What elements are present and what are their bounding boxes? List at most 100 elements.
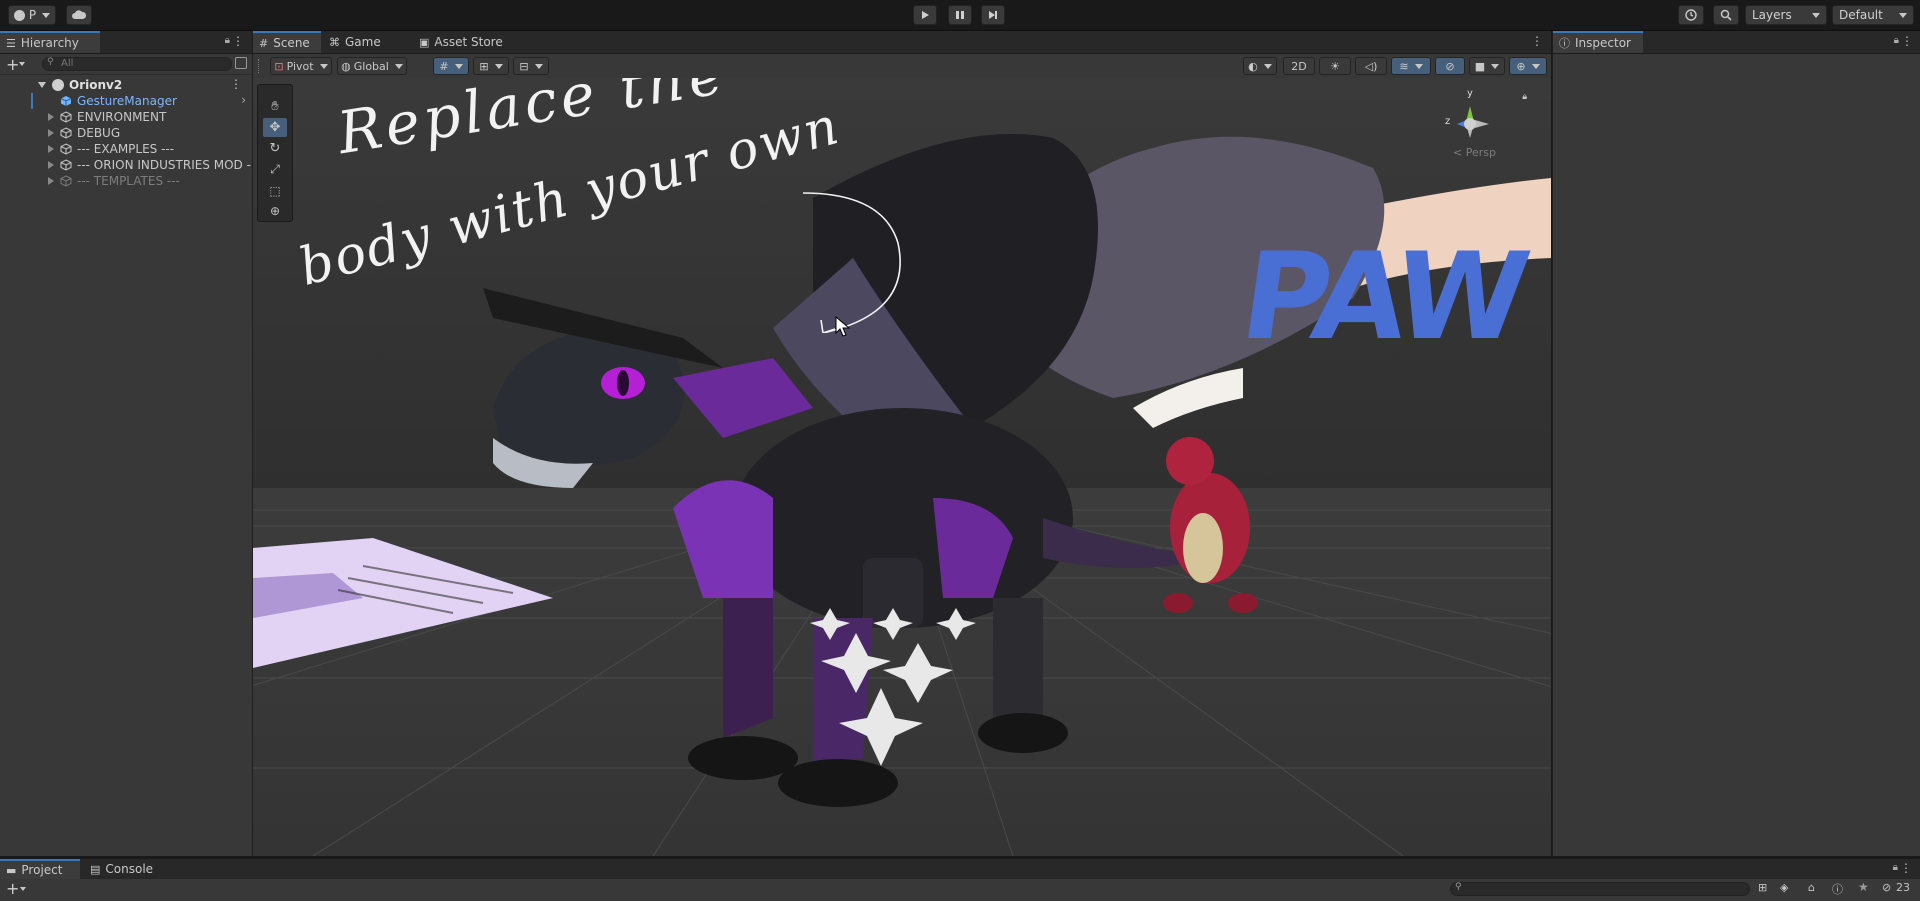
scene-root-row[interactable]: Orionv2 ⋮ — [0, 77, 252, 93]
expand-arrow-icon[interactable] — [48, 145, 54, 153]
lighting-toggle[interactable]: ☀ — [1319, 57, 1351, 75]
hierarchy-item-label: GestureManager — [77, 94, 177, 108]
gizmo-lock-icon[interactable]: 🔒︎ — [1522, 92, 1527, 102]
grid-icon: # — [259, 36, 269, 50]
hierarchy-item-label: --- TEMPLATES --- — [77, 174, 180, 188]
hierarchy-item-examples[interactable]: --- EXAMPLES --- — [0, 141, 252, 157]
audio-toggle[interactable]: ◁) — [1355, 57, 1387, 75]
cloud-button[interactable] — [66, 5, 92, 25]
layout-dropdown[interactable]: Default — [1832, 5, 1914, 25]
move-tool[interactable]: ✥ — [263, 118, 287, 137]
add-dropdown-icon[interactable] — [20, 887, 26, 891]
account-label: P — [28, 8, 37, 22]
expand-arrow-icon[interactable] — [48, 113, 54, 121]
info-filter-icon[interactable]: ⓘ — [1832, 881, 1843, 897]
hierarchy-tab-label: Hierarchy — [20, 36, 79, 50]
pivot-dropdown[interactable]: ⊡ Pivot — [270, 57, 332, 75]
layers-label: Layers — [1752, 8, 1792, 22]
orientation-gizmo[interactable]: y z < Persp 🔒︎ — [1443, 88, 1543, 163]
snap-increment-dropdown[interactable]: ⊞ — [473, 57, 509, 75]
eye-slash-icon: ⊘ — [1445, 59, 1455, 73]
search-button[interactable] — [1713, 5, 1739, 25]
tab-asset-store[interactable]: ▣ Asset Store — [413, 31, 513, 53]
tab-console[interactable]: ▤ Console — [84, 859, 164, 879]
global-label: Global — [353, 59, 389, 73]
kebab-menu-icon[interactable]: ⋮ — [232, 34, 244, 48]
toggle-2d-button[interactable]: 2D — [1283, 57, 1315, 75]
front-claw — [688, 736, 798, 780]
hand-tool[interactable]: ✋︎ — [263, 97, 287, 116]
gameobject-cube-icon — [60, 159, 72, 171]
grid-snap-icon: # — [439, 59, 449, 73]
scene-visibility-toggle[interactable]: ⊘ — [1435, 57, 1465, 75]
step-button[interactable] — [981, 5, 1005, 25]
persp-label[interactable]: < Persp — [1453, 146, 1496, 159]
lock-icon[interactable]: 🔒︎ — [1894, 35, 1899, 46]
prefab-cube-icon — [60, 96, 72, 106]
tag-icon[interactable]: ⌂ — [1808, 881, 1815, 894]
grid-visibility-dropdown[interactable]: ⊟ — [513, 57, 549, 75]
scale-icon: ⤢ — [270, 162, 280, 176]
tab-scene[interactable]: # Scene — [253, 31, 321, 53]
unity-scene-icon — [52, 79, 64, 91]
effects-dropdown[interactable]: ≋ — [1391, 57, 1431, 75]
scene-menu-icon[interactable]: ⋮ — [230, 77, 242, 91]
lock-icon[interactable]: 🔒︎ — [1893, 862, 1898, 873]
add-icon[interactable]: + — [6, 55, 19, 74]
tab-inspector[interactable]: ⓘ Inspector — [1553, 31, 1643, 53]
hierarchy-search-input[interactable]: ⚲ All — [42, 57, 232, 71]
pivot-label: Pivot — [286, 59, 314, 73]
kebab-menu-icon[interactable]: ⋮ — [1900, 861, 1912, 875]
tab-game[interactable]: ⌘ Game — [323, 31, 393, 53]
expand-arrow-icon[interactable] — [38, 82, 46, 88]
kebab-menu-icon[interactable]: ⋮ — [1901, 34, 1913, 48]
console-icon: ▤ — [90, 862, 101, 876]
expand-arrow-icon[interactable] — [48, 177, 54, 185]
search-by-type-icon[interactable]: ⊞ — [1758, 881, 1767, 894]
expand-arrow-icon[interactable] — [48, 129, 54, 137]
layers-dropdown[interactable]: Layers — [1745, 5, 1827, 25]
gameobject-cube-icon — [60, 111, 72, 123]
hierarchy-item-environment[interactable]: ENVIRONMENT — [0, 109, 252, 125]
rect-tool[interactable]: ⬚ — [263, 181, 287, 200]
grid-snapping-toggle[interactable]: # — [433, 57, 469, 75]
lock-icon[interactable]: 🔒︎ — [225, 35, 230, 46]
play-button[interactable] — [913, 5, 937, 25]
expand-arrow-icon[interactable] — [48, 161, 54, 169]
tab-project[interactable]: ▬ Project — [0, 859, 80, 879]
hierarchy-item-orion-industries[interactable]: --- ORION INDUSTRIES MOD - — [0, 157, 252, 173]
shading-mode-dropdown[interactable]: ◐ — [1243, 57, 1277, 75]
cloud-icon — [72, 10, 86, 19]
kebab-menu-icon[interactable]: ⋮ — [1531, 34, 1543, 48]
effects-layers-icon: ≋ — [1399, 59, 1409, 73]
global-dropdown[interactable]: ◍ Global — [337, 57, 407, 75]
scene-search-icon[interactable] — [235, 57, 247, 69]
pause-button[interactable] — [948, 5, 972, 25]
account-dropdown[interactable]: P — [8, 5, 56, 25]
info-icon: ⓘ — [1559, 37, 1570, 50]
search-placeholder: All — [61, 58, 74, 69]
scene-viewport[interactable]: PAW Replace the body with your own ✋︎ ✥ … — [253, 78, 1551, 856]
hidden-packages-icon[interactable]: ⊘ — [1882, 881, 1891, 894]
tab-hierarchy[interactable]: ☰ Hierarchy — [0, 31, 100, 53]
scale-tool[interactable]: ⤢ — [263, 160, 287, 179]
hierarchy-item-gesturemanager[interactable]: GestureManager › — [0, 93, 252, 109]
gizmos-dropdown[interactable]: ⊕ — [1509, 57, 1547, 75]
history-button[interactable] — [1678, 5, 1704, 25]
rotate-tool[interactable]: ↻ — [263, 139, 287, 158]
gizmo-z-label: z — [1445, 116, 1451, 127]
add-icon[interactable]: + — [6, 879, 19, 898]
add-dropdown-icon[interactable] — [19, 62, 25, 66]
toggle-2d-label: 2D — [1291, 59, 1307, 73]
chevron-right-icon[interactable]: › — [241, 93, 246, 107]
speaker-icon: ◁) — [1364, 59, 1378, 73]
transform-tool[interactable]: ⊕ — [263, 201, 287, 220]
search-by-label-icon[interactable]: ◈ — [1780, 881, 1788, 894]
hierarchy-item-debug[interactable]: DEBUG — [0, 125, 252, 141]
hierarchy-item-templates[interactable]: --- TEMPLATES --- — [0, 173, 252, 189]
search-icon: ⚲ — [47, 57, 54, 67]
favorite-star-icon[interactable]: ★ — [1858, 880, 1869, 894]
folder-icon: ▬ — [6, 863, 17, 877]
project-search-input[interactable]: ⚲ — [1450, 882, 1750, 896]
camera-dropdown[interactable]: ■ — [1469, 57, 1505, 75]
